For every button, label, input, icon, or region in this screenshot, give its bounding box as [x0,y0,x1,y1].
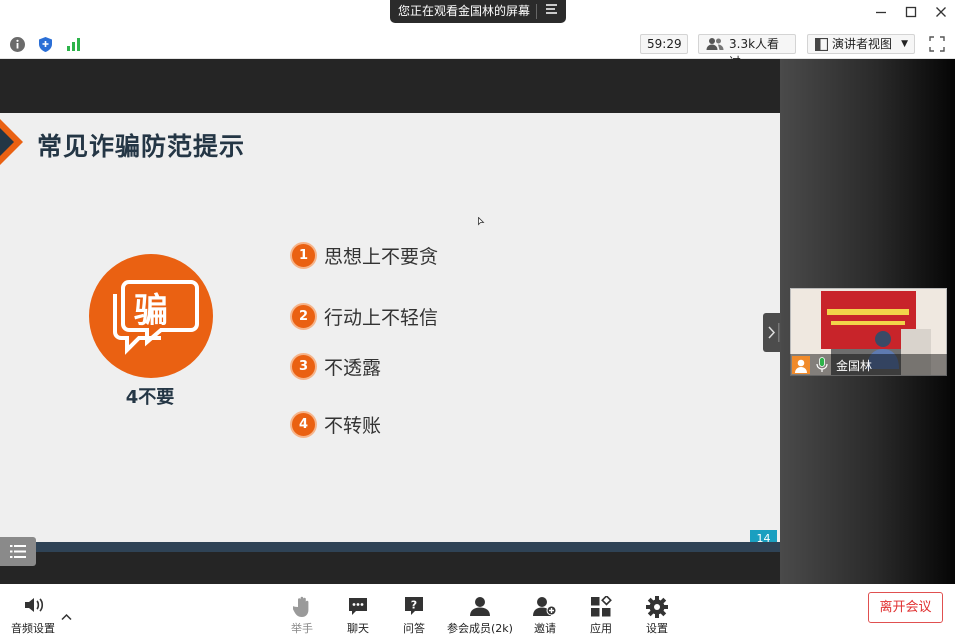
qa-button[interactable]: ? 问答 [384,584,444,639]
bottom-control-bar: 音频设置 举手 聊天 ? 问答 参会成员(2k) 邀请 应用 设置 [0,584,955,639]
share-notice-text: 您正在观看金国林的屏幕 [398,4,531,18]
maximize-icon[interactable] [901,5,921,23]
chat-icon [347,596,369,620]
participants-icon [468,596,492,620]
presentation-slide: 常见诈骗防范提示 骗 4不要 1 思想上不要贪 2 行动上不轻信 3 不透露 4… [0,113,780,566]
collapse-panel-button[interactable] [763,313,781,352]
leave-meeting-button[interactable]: 离开会议 [868,592,943,623]
divider [536,4,537,19]
minimize-icon[interactable] [871,5,891,23]
cursor-icon [478,211,485,230]
outline-toggle-button[interactable] [0,537,36,566]
hand-icon [292,596,311,622]
participant-name: 金国林 [836,359,873,373]
question-icon: ? [403,596,425,620]
item-label: 思想上不要贪 [324,246,439,268]
apps-button[interactable]: 应用 [571,584,631,639]
chat-button[interactable]: 聊天 [328,584,388,639]
raise-hand-label: 举手 [291,622,313,635]
invite-button[interactable]: 邀请 [515,584,575,639]
view-mode-label: 演讲者视图 [832,37,893,51]
view-mode-dropdown[interactable]: 演讲者视图 ▼ [807,34,915,54]
apps-icon [590,594,612,622]
avatar-icon [792,356,810,378]
raise-hand-button[interactable]: 举手 [272,584,332,639]
shield-icon[interactable] [37,36,54,57]
item-number: 1 [290,242,317,269]
audio-settings-label: 音频设置 [11,622,55,635]
slide-footer-bar [0,542,780,552]
microphone-icon [816,357,828,377]
fraud-badge: 骗 [89,254,213,378]
meeting-timer: 59:29 [640,34,688,54]
title-bar: 您正在观看金国林的屏幕 [0,0,955,30]
chat-label: 聊天 [347,622,369,635]
settings-label: 设置 [646,622,668,635]
info-icon[interactable] [9,36,26,57]
screen-share-notice[interactable]: 您正在观看金国林的屏幕 [390,0,566,23]
item-number: 3 [290,353,317,380]
slide-caption: 4不要 [125,387,175,408]
item-label: 行动上不轻信 [324,307,439,329]
meeting-toolbar: 59:29 3.3k人看过 演讲者视图 ▼ [0,30,955,69]
chevron-down-icon: ▼ [901,39,908,49]
qa-label: 问答 [403,622,425,635]
participants-label: 参会成员(2k) [447,622,513,635]
layout-icon [814,37,829,56]
item-label: 不转账 [324,415,382,437]
signal-icon[interactable] [65,36,82,57]
add-user-icon [533,596,557,620]
participants-button[interactable]: 参会成员(2k) [446,584,514,639]
close-icon[interactable] [931,5,951,23]
apps-label: 应用 [590,622,612,635]
settings-button[interactable]: 设置 [627,584,687,639]
audio-settings-button[interactable]: 音频设置 [3,584,63,639]
slide-title: 常见诈骗防范提示 [37,132,246,161]
list-icon[interactable] [545,0,558,23]
speaker-icon [23,596,45,618]
fullscreen-icon[interactable] [929,36,945,56]
item-number: 4 [290,411,317,438]
gear-icon [646,596,668,622]
viewers-count[interactable]: 3.3k人看过 [698,34,796,69]
item-number: 2 [290,303,317,330]
item-label: 不透露 [324,357,382,379]
badge-character: 骗 [134,291,168,331]
chevron-right-icon [768,323,780,342]
outline-list-icon [10,545,26,558]
svg-text:?: ? [411,599,417,612]
title-arrow-icon [0,119,24,169]
invite-label: 邀请 [534,622,556,635]
shared-screen: 常见诈骗防范提示 骗 4不要 1 思想上不要贪 2 行动上不轻信 3 不透露 4… [0,59,780,584]
chevron-up-icon[interactable] [61,606,72,625]
people-icon [706,37,724,56]
